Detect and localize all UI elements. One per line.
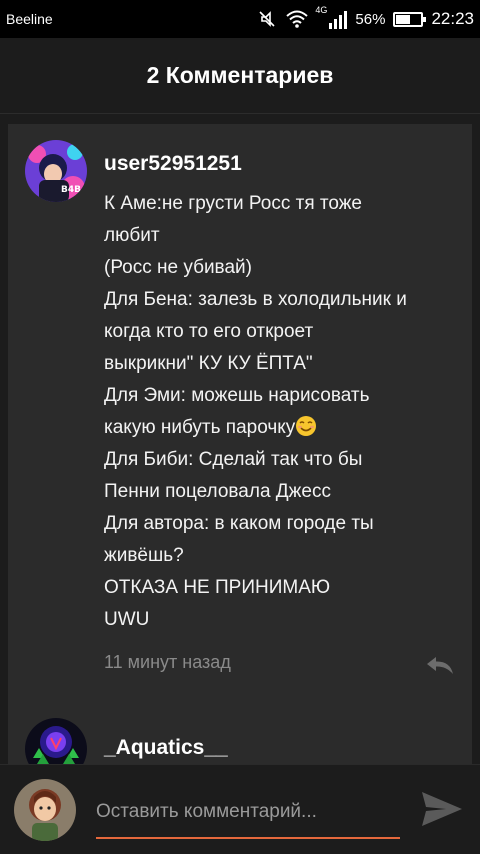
comment-line: ОТКАЗА НЕ ПРИНИМАЮ: [104, 577, 331, 598]
comment-text: К Аме:не грусти Росс тя тоже любит (Росс…: [104, 188, 464, 636]
comment-line: Для автора: в каком городе ты: [104, 513, 374, 534]
comment-line: какую нибуть парочку: [104, 412, 464, 444]
comment-line: когда кто то его откроет: [104, 321, 314, 342]
comment-line: Для Бена: залезь в холодильник и: [104, 289, 407, 310]
status-bar: Beeline 4G 56% 22:23: [0, 0, 480, 38]
mute-icon: [259, 11, 275, 27]
status-icons: 4G 56% 22:23: [257, 5, 474, 29]
comment-line-text: какую нибуть парочку: [104, 417, 296, 438]
comment-input-bar: [0, 764, 480, 854]
smiling-face-emoji-icon: [296, 416, 317, 436]
comment-card: _Aquatics__: [8, 704, 472, 764]
carrier-name: Beeline: [6, 11, 53, 27]
comment-line: Для Эми: можешь нарисовать: [104, 385, 370, 406]
comment-input[interactable]: [96, 793, 400, 839]
page-title: 2 Комментариев: [146, 62, 334, 88]
clock: 22:23: [431, 9, 474, 28]
comment-card: B4B user52951251 К Аме:не грусти Росс тя…: [8, 124, 472, 704]
current-user-avatar: [14, 779, 76, 841]
svg-text:B4B: B4B: [61, 185, 81, 195]
comment-line: Пенни поцеловала Джесс: [104, 481, 331, 502]
battery-fill: [396, 14, 410, 24]
comments-header: 2 Комментариев: [0, 38, 480, 114]
reply-icon[interactable]: [424, 654, 456, 676]
comment-line: UWU: [104, 609, 150, 630]
comment-line: Для Биби: Сделай так что бы: [104, 449, 363, 470]
comment-line: (Росс не убивай): [104, 257, 252, 278]
comment-line: живёшь?: [104, 545, 184, 566]
comment-line: выкрикни" КУ КУ ЁПТА": [104, 353, 313, 374]
comments-list[interactable]: B4B user52951251 К Аме:не грусти Росс тя…: [0, 114, 480, 764]
battery-percent: 56%: [355, 10, 386, 28]
wifi-icon: [286, 10, 309, 28]
avatar[interactable]: [25, 718, 87, 764]
send-icon[interactable]: [420, 789, 464, 829]
signal-icon: 4G: [315, 5, 348, 29]
comment-line: любит: [104, 225, 160, 246]
comment-line: К Аме:не грусти Росс тя тоже: [104, 193, 363, 214]
avatar[interactable]: B4B: [25, 140, 87, 202]
comment-username[interactable]: _Aquatics__: [104, 736, 228, 760]
network-type: 4G: [315, 5, 328, 15]
battery-icon: [393, 11, 427, 27]
comment-timestamp: 11 минут назад: [104, 652, 231, 672]
comment-username[interactable]: user52951251: [104, 152, 242, 176]
